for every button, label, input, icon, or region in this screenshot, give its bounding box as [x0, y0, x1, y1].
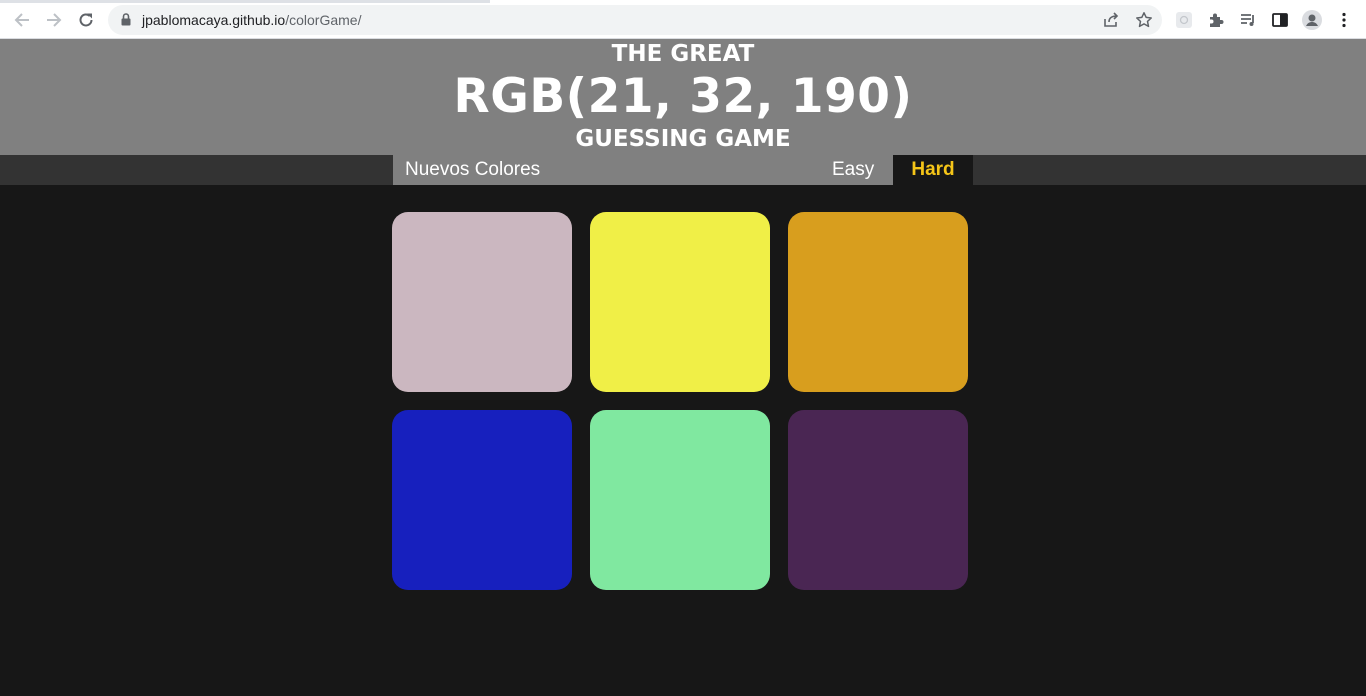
forward-icon[interactable] — [42, 8, 66, 32]
controls-bar: Nuevos Colores Easy Hard — [0, 155, 1366, 185]
color-grid — [392, 212, 968, 590]
puzzle-icon[interactable] — [1206, 10, 1226, 30]
url-host: jpablomacaya.github.io — [142, 12, 286, 28]
game-header: THE GREAT RGB(21, 32, 190) GUESSING GAME — [0, 39, 1366, 155]
tab-strip-edge — [0, 0, 490, 3]
title-line-3: GUESSING GAME — [575, 126, 791, 152]
star-icon[interactable] — [1135, 11, 1153, 29]
url-text: jpablomacaya.github.io/colorGame/ — [142, 12, 361, 28]
address-bar[interactable]: jpablomacaya.github.io/colorGame/ — [108, 5, 1162, 35]
url-path: /colorGame/ — [285, 12, 362, 28]
color-square[interactable] — [392, 212, 572, 392]
controls-container: Nuevos Colores Easy Hard — [393, 155, 973, 185]
color-square[interactable] — [788, 212, 968, 392]
back-icon[interactable] — [10, 8, 34, 32]
color-square[interactable] — [590, 212, 770, 392]
side-panel-icon[interactable] — [1270, 10, 1290, 30]
color-square[interactable] — [590, 410, 770, 590]
extension-tile-icon[interactable] — [1174, 10, 1194, 30]
new-colors-button[interactable]: Nuevos Colores — [405, 155, 540, 185]
title-line-1: THE GREAT — [611, 41, 755, 67]
media-queue-icon[interactable] — [1238, 10, 1258, 30]
lock-icon[interactable] — [121, 13, 131, 31]
color-square[interactable] — [788, 410, 968, 590]
profile-icon[interactable] — [1302, 10, 1322, 30]
rgb-target-display: RGB(21, 32, 190) — [453, 69, 913, 124]
browser-toolbar: jpablomacaya.github.io/colorGame/ — [0, 0, 1366, 39]
easy-mode-button[interactable]: Easy — [832, 155, 874, 185]
hard-mode-button[interactable]: Hard — [893, 155, 973, 185]
share-icon[interactable] — [1102, 11, 1120, 29]
color-square[interactable] — [392, 410, 572, 590]
menu-icon[interactable] — [1334, 10, 1354, 30]
reload-icon[interactable] — [74, 8, 98, 32]
